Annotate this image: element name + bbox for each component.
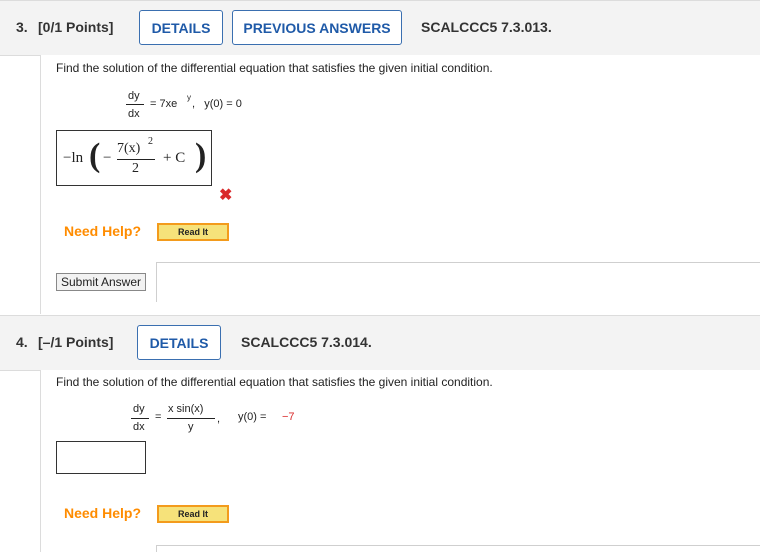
q3-answer-lparen: ( (89, 137, 101, 174)
q4-code: SCALCCC5 7.3.014. (241, 334, 372, 350)
incorrect-cross-icon: ✖ (219, 187, 233, 204)
q3-eq-fracbar (126, 104, 144, 105)
q3-answer-plus-c: + C (163, 150, 186, 166)
q4-eq-frac2-bar (167, 418, 215, 419)
q3-points: [0/1 Points] (38, 19, 114, 35)
submit-answer-button[interactable]: Submit Answer (56, 273, 146, 291)
q4-answer-input[interactable] (56, 441, 146, 474)
q4-points: [–/1 Points] (38, 334, 114, 350)
q4-eq-ic-value: −7 (282, 411, 295, 423)
q4-number: 4. (16, 334, 28, 350)
q3-eq-ic: , y(0) = 0 (192, 98, 242, 110)
q4-eq-fracbar (131, 418, 149, 419)
q3-number: 3. (16, 19, 28, 35)
q3-divider (156, 262, 760, 263)
q3-answer-frac-sup: 2 (148, 136, 153, 147)
q3-prompt: Find the solution of the differential eq… (56, 61, 493, 75)
q4-header (0, 315, 760, 371)
q4-body (40, 370, 760, 552)
q3-code: SCALCCC5 7.3.013. (421, 19, 552, 35)
q3-eq-rhs: = 7xe (150, 98, 178, 110)
q4-divider-tick (156, 545, 157, 552)
q3-eq-rhs-sup: y (187, 93, 191, 102)
q4-eq-den: dx (133, 421, 145, 433)
q3-answer-frac-num: 7(x) (117, 141, 141, 156)
q4-read-it-button[interactable]: Read It (157, 505, 229, 523)
q4-details-button[interactable]: DETAILS (137, 325, 221, 360)
q3-details-button[interactable]: DETAILS (139, 10, 223, 45)
q4-prompt: Find the solution of the differential eq… (56, 375, 493, 389)
q4-eq-eq: = (155, 411, 162, 423)
q3-eq-den: dx (128, 108, 140, 120)
q3-previous-answers-button[interactable]: PREVIOUS ANSWERS (232, 10, 402, 45)
q3-answer-fracbar (117, 159, 155, 160)
q4-eq-ic: y(0) = (238, 411, 270, 423)
q3-need-help-label: Need Help? (64, 223, 142, 239)
q3-answer-box[interactable]: −ln ( − 7(x) 2 2 + C ) (56, 130, 212, 186)
q4-eq-num: dy (133, 403, 145, 415)
q3-answer-rparen: ) (195, 137, 207, 174)
q3-answer-minus: − (103, 150, 112, 166)
q4-need-help-label: Need Help? (64, 505, 142, 521)
q4-eq-frac-den: y (188, 421, 194, 433)
q4-eq-frac-num: x sin(x) (168, 403, 204, 415)
q3-answer-frac-den: 2 (132, 161, 139, 176)
q3-read-it-button[interactable]: Read It (157, 223, 229, 241)
q3-divider-tick (156, 262, 157, 302)
q3-answer-ln: −ln (63, 150, 84, 166)
q4-eq-comma: , (217, 413, 221, 425)
q4-divider (156, 545, 760, 546)
q3-eq-num: dy (128, 90, 140, 102)
